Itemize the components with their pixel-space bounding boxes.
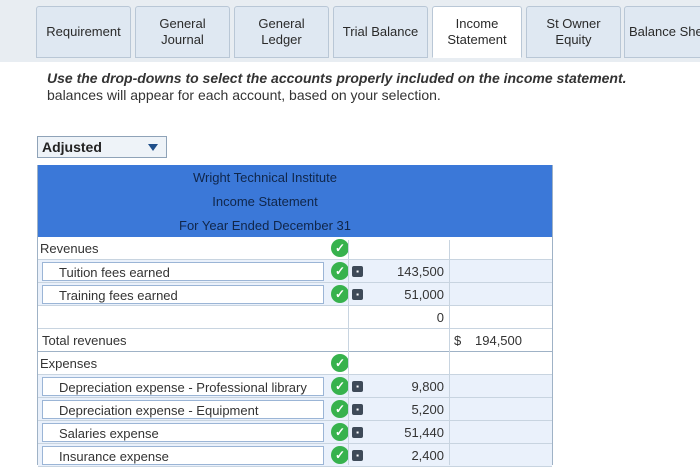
check-icon: ✓ <box>331 400 349 418</box>
table-row: Expenses ✓ <box>38 352 552 375</box>
tab-general-journal[interactable]: General Journal <box>135 6 230 58</box>
account-select[interactable]: Depreciation expense - Professional libr… <box>42 377 324 396</box>
tab-trial-balance[interactable]: Trial Balance <box>333 6 428 58</box>
statement-title: Income Statement <box>38 189 552 213</box>
account-select[interactable]: Tuition fees earned <box>42 262 324 281</box>
tab-income-statement[interactable]: Income Statement <box>432 6 522 58</box>
table-row: Training fees earned ✓ ▪ 51,000 <box>38 283 552 306</box>
statement-period: For Year Ended December 31 <box>38 213 552 237</box>
table-row: Depreciation expense - Professional libr… <box>38 375 552 398</box>
table-row: Insurance expense ✓ ▪ 2,400 <box>38 444 552 467</box>
instruction-emphasis: Use the drop-downs to select the account… <box>47 70 627 86</box>
amount-cell: 143,500 <box>397 264 444 279</box>
table-row: Total revenues $ 194,500 <box>38 329 552 352</box>
total-revenues-value: 194,500 <box>475 333 522 348</box>
table-row: Revenues ✓ <box>38 237 552 260</box>
column-divider <box>449 240 450 465</box>
account-cell[interactable] <box>40 308 320 327</box>
account-select[interactable]: Training fees earned <box>42 285 324 304</box>
column-divider <box>348 240 349 465</box>
amount-cell: 2,400 <box>411 448 444 463</box>
check-icon: ✓ <box>331 354 349 372</box>
section-label-revenues: Revenues <box>40 241 99 256</box>
income-statement-table: Wright Technical Institute Income Statem… <box>37 165 553 467</box>
currency-symbol: $ <box>454 333 462 348</box>
amount-cell: 9,800 <box>411 379 444 394</box>
tab-general-ledger[interactable]: General Ledger <box>234 6 329 58</box>
amount-cell: 51,000 <box>404 287 444 302</box>
account-select[interactable]: Salaries expense <box>42 423 324 442</box>
amount-cell: 51,440 <box>404 425 444 440</box>
tab-balance-sheet[interactable]: Balance She <box>624 6 700 58</box>
chevron-down-icon[interactable] <box>148 143 158 151</box>
total-revenues-label: Total revenues <box>42 333 127 348</box>
check-icon: ✓ <box>331 285 349 303</box>
check-icon: ✓ <box>331 446 349 464</box>
table-row: Salaries expense ✓ ▪ 51,440 <box>38 421 552 444</box>
table-row: Depreciation expense - Equipment ✓ ▪ 5,2… <box>38 398 552 421</box>
amount-cell: 5,200 <box>411 402 444 417</box>
company-name: Wright Technical Institute <box>38 165 552 189</box>
tab-bar: Requirement General Journal General Ledg… <box>0 0 700 62</box>
amount-cell: 0 <box>436 310 444 325</box>
table-row: Tuition fees earned ✓ ▪ 143,500 <box>38 260 552 283</box>
tab-requirement[interactable]: Requirement <box>36 6 131 58</box>
account-select[interactable]: Insurance expense <box>42 446 324 465</box>
balance-type-value: Adjusted <box>42 139 102 155</box>
check-icon: ✓ <box>331 239 349 257</box>
check-icon: ✓ <box>331 423 349 441</box>
instruction-text: Use the drop-downs to select the account… <box>47 70 697 104</box>
account-select[interactable]: Depreciation expense - Equipment <box>42 400 324 419</box>
tab-owner-equity[interactable]: St Owner Equity <box>526 6 621 58</box>
check-icon: ✓ <box>331 377 349 395</box>
check-icon: ✓ <box>331 262 349 280</box>
section-label-expenses: Expenses <box>40 356 98 371</box>
balance-type-select[interactable]: Adjusted <box>37 136 167 158</box>
total-cell: $ 194,500 <box>450 331 552 350</box>
table-row: 0 <box>38 306 552 329</box>
instruction-rest: balances will appear for each account, b… <box>47 87 441 103</box>
